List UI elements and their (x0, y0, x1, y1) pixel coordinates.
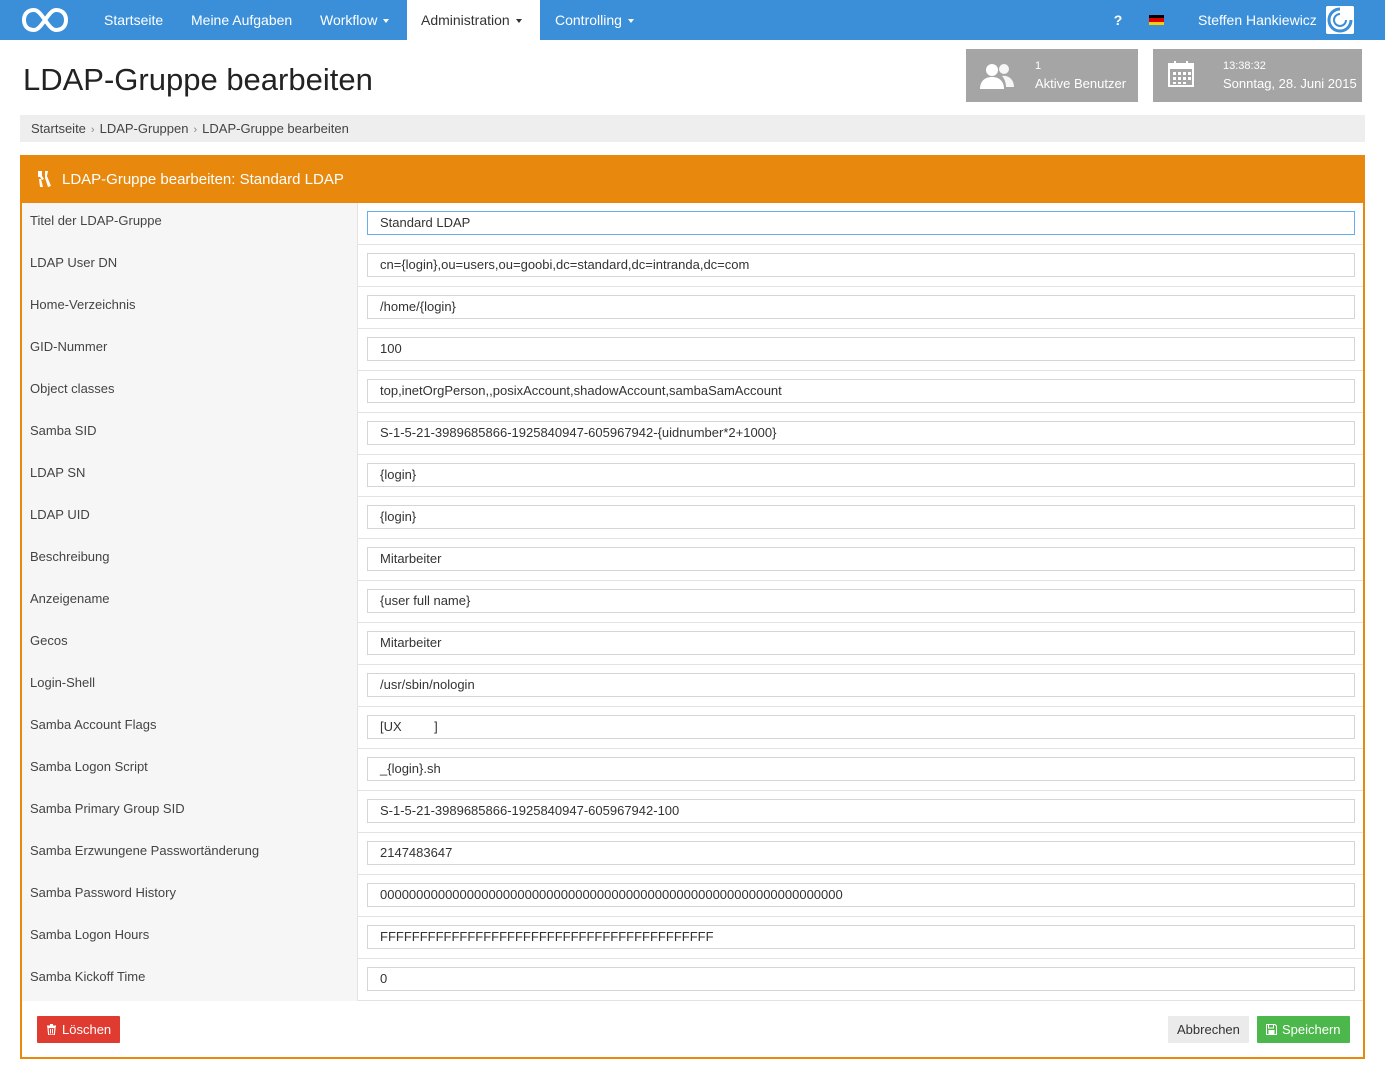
chevron-down-icon (383, 19, 390, 24)
breadcrumb-separator-icon: › (90, 124, 95, 136)
logon-hours-input[interactable]: FFFFFFFFFFFFFFFFFFFFFFFFFFFFFFFFFFFFFFFF… (367, 925, 1355, 949)
field-row-logon-hours: Samba Logon Hours FFFFFFFFFFFFFFFFFFFFFFF… (22, 917, 1363, 959)
field-label: Login-Shell (22, 665, 358, 707)
active-users-count: 1 (1035, 60, 1042, 72)
nav-startseite[interactable]: Startseite (90, 0, 177, 40)
field-label: Samba Primary Group SID (22, 791, 358, 833)
help-icon[interactable]: ? (1110, 0, 1126, 40)
field-label: Gecos (22, 623, 358, 665)
field-row-beschreibung: Beschreibung Mitarbeiter (22, 539, 1363, 581)
user-dn-input[interactable]: cn={login},ou=users,ou=goobi,dc=standard… (367, 253, 1355, 277)
field-label: Titel der LDAP-Gruppe (22, 203, 358, 245)
chevron-down-icon (627, 19, 634, 24)
nav-controlling[interactable]: Controlling (541, 0, 648, 40)
floppy-disk-icon (1266, 1024, 1277, 1035)
home-directory-input[interactable]: /home/{login} (367, 295, 1355, 319)
ldap-group-form: Titel der LDAP-Gruppe Standard LDAP LDAP … (22, 203, 1363, 1001)
field-row-account-flags: Samba Account Flags [UX ] (22, 707, 1363, 749)
titel-input[interactable]: Standard LDAP (367, 211, 1355, 235)
object-classes-input[interactable]: top,inetOrgPerson,,posixAccount,shadowAc… (367, 379, 1355, 403)
avatar[interactable] (1326, 6, 1354, 34)
field-label: Home-Verzeichnis (22, 287, 358, 329)
field-row-gid: GID-Nummer 100 (22, 329, 1363, 371)
clock-time: 13:38:32 (1223, 60, 1266, 72)
field-label: Object classes (22, 371, 358, 413)
breadcrumb-item-startseite[interactable]: Startseite (31, 121, 86, 136)
cancel-button[interactable]: Abbrechen (1168, 1016, 1249, 1043)
login-shell-input[interactable]: /usr/sbin/nologin (367, 673, 1355, 697)
field-label: LDAP UID (22, 497, 358, 539)
field-label: Samba Logon Script (22, 749, 358, 791)
field-row-login-shell: Login-Shell/usr/sbin/nologin (22, 665, 1363, 707)
field-label: Samba Erzwungene Passwortänderung (22, 833, 358, 875)
field-row-anzeigename: Anzeigename {user full name} (22, 581, 1363, 623)
account-flags-input[interactable]: [UX ] (367, 715, 1355, 739)
breadcrumb: Startseite › LDAP-Gruppen › LDAP-Gruppe bear… (20, 115, 1365, 142)
pwd-must-change-input[interactable]: 2147483647 (367, 841, 1355, 865)
field-label: GID-Nummer (22, 329, 358, 371)
field-label: LDAP SN (22, 455, 358, 497)
field-label: Samba Password History (22, 875, 358, 917)
delete-button[interactable]: Löschen (37, 1016, 121, 1043)
nav-administration[interactable]: Administration (407, 0, 540, 40)
field-label: Samba Kickoff Time (22, 959, 358, 1001)
save-button[interactable]: Speichern (1257, 1016, 1350, 1043)
field-row-kickoff-time: Samba Kickoff Time 0 (22, 959, 1363, 1001)
field-label: Beschreibung (22, 539, 358, 581)
field-row-ldap-uid: LDAP UID {login} (22, 497, 1363, 539)
goobi-logo-icon[interactable] (22, 6, 68, 34)
breadcrumb-item-ldap-gruppen[interactable]: LDAP-Gruppen (100, 121, 189, 136)
field-label: Anzeigename (22, 581, 358, 623)
gecos-input[interactable]: Mitarbeiter (367, 631, 1355, 655)
field-row-gecos: Gecos Mitarbeiter (22, 623, 1363, 665)
field-row-user-dn: LDAP User DN cn={login},ou=users,ou=goobi… (22, 245, 1363, 287)
field-row-primary-group-sid: Samba Primary Group SID S-1-5-21-39896858… (22, 791, 1363, 833)
anzeigename-input[interactable]: {user full name} (367, 589, 1355, 613)
field-row-pwd-must-change: Samba Erzwungene Passwortänderung 2147483… (22, 833, 1363, 875)
edit-ldap-group-panel: LDAP-Gruppe bearbeiten: Standard LDAP Ti… (20, 155, 1365, 1059)
field-label: Samba SID (22, 413, 358, 455)
field-row-titel: Titel der LDAP-Gruppe Standard LDAP (22, 203, 1363, 245)
field-label: Samba Logon Hours (22, 917, 358, 959)
samba-sid-input[interactable]: S-1-5-21-3989685866-1925840947-605967942… (367, 421, 1355, 445)
field-row-ldap-sn: LDAP SN {login} (22, 455, 1363, 497)
gid-input[interactable]: 100 (367, 337, 1355, 361)
clock-date: Sonntag, 28. Juni 2015 (1223, 76, 1357, 91)
field-row-home: Home-Verzeichnis/home/{login} (22, 287, 1363, 329)
breadcrumb-item-current: LDAP-Gruppe bearbeiten (202, 121, 349, 136)
active-users-box[interactable]: 1 Aktive Benutzer (966, 49, 1138, 102)
field-label: LDAP User DN (22, 245, 358, 287)
calendar-icon (1168, 61, 1194, 87)
field-row-samba-sid: Samba SID S-1-5-21-3989685866-1925840947-… (22, 413, 1363, 455)
page-title: LDAP-Gruppe bearbeiten (23, 62, 373, 97)
nav-workflow[interactable]: Workflow (306, 0, 403, 40)
chevron-down-icon (515, 19, 522, 24)
clock-box: 13:38:32 Sonntag, 28. Juni 2015 (1153, 49, 1362, 102)
panel-title: LDAP-Gruppe bearbeiten: Standard LDAP (62, 171, 344, 188)
tools-icon (38, 171, 51, 187)
ldap-uid-input[interactable]: {login} (367, 505, 1355, 529)
field-row-logon-script: Samba Logon Script _{login}.sh (22, 749, 1363, 791)
top-navbar: Startseite Meine Aufgaben Workflow Admin… (0, 0, 1385, 40)
user-name[interactable]: Steffen Hankiewicz (1198, 0, 1317, 40)
field-row-object-classes: Object classes top,inetOrgPerson,,posixAc… (22, 371, 1363, 413)
ldap-sn-input[interactable]: {login} (367, 463, 1355, 487)
field-label: Samba Account Flags (22, 707, 358, 749)
password-history-input[interactable]: 0000000000000000000000000000000000000000… (367, 883, 1355, 907)
field-row-password-history: Samba Password History 000000000000000000… (22, 875, 1363, 917)
breadcrumb-separator-icon: › (193, 124, 198, 136)
active-users-label: Aktive Benutzer (1035, 76, 1127, 91)
panel-header: LDAP-Gruppe bearbeiten: Standard LDAP (22, 157, 1363, 203)
trash-icon (47, 1024, 56, 1035)
kickoff-time-input[interactable]: 0 (367, 967, 1355, 991)
nav-meine-aufgaben[interactable]: Meine Aufgaben (177, 0, 306, 40)
primary-group-sid-input[interactable]: S-1-5-21-3989685866-1925840947-605967942… (367, 799, 1355, 823)
german-flag-icon[interactable] (1149, 15, 1164, 25)
logon-script-input[interactable]: _{login}.sh (367, 757, 1355, 781)
beschreibung-input[interactable]: Mitarbeiter (367, 547, 1355, 571)
users-icon (980, 64, 1014, 89)
